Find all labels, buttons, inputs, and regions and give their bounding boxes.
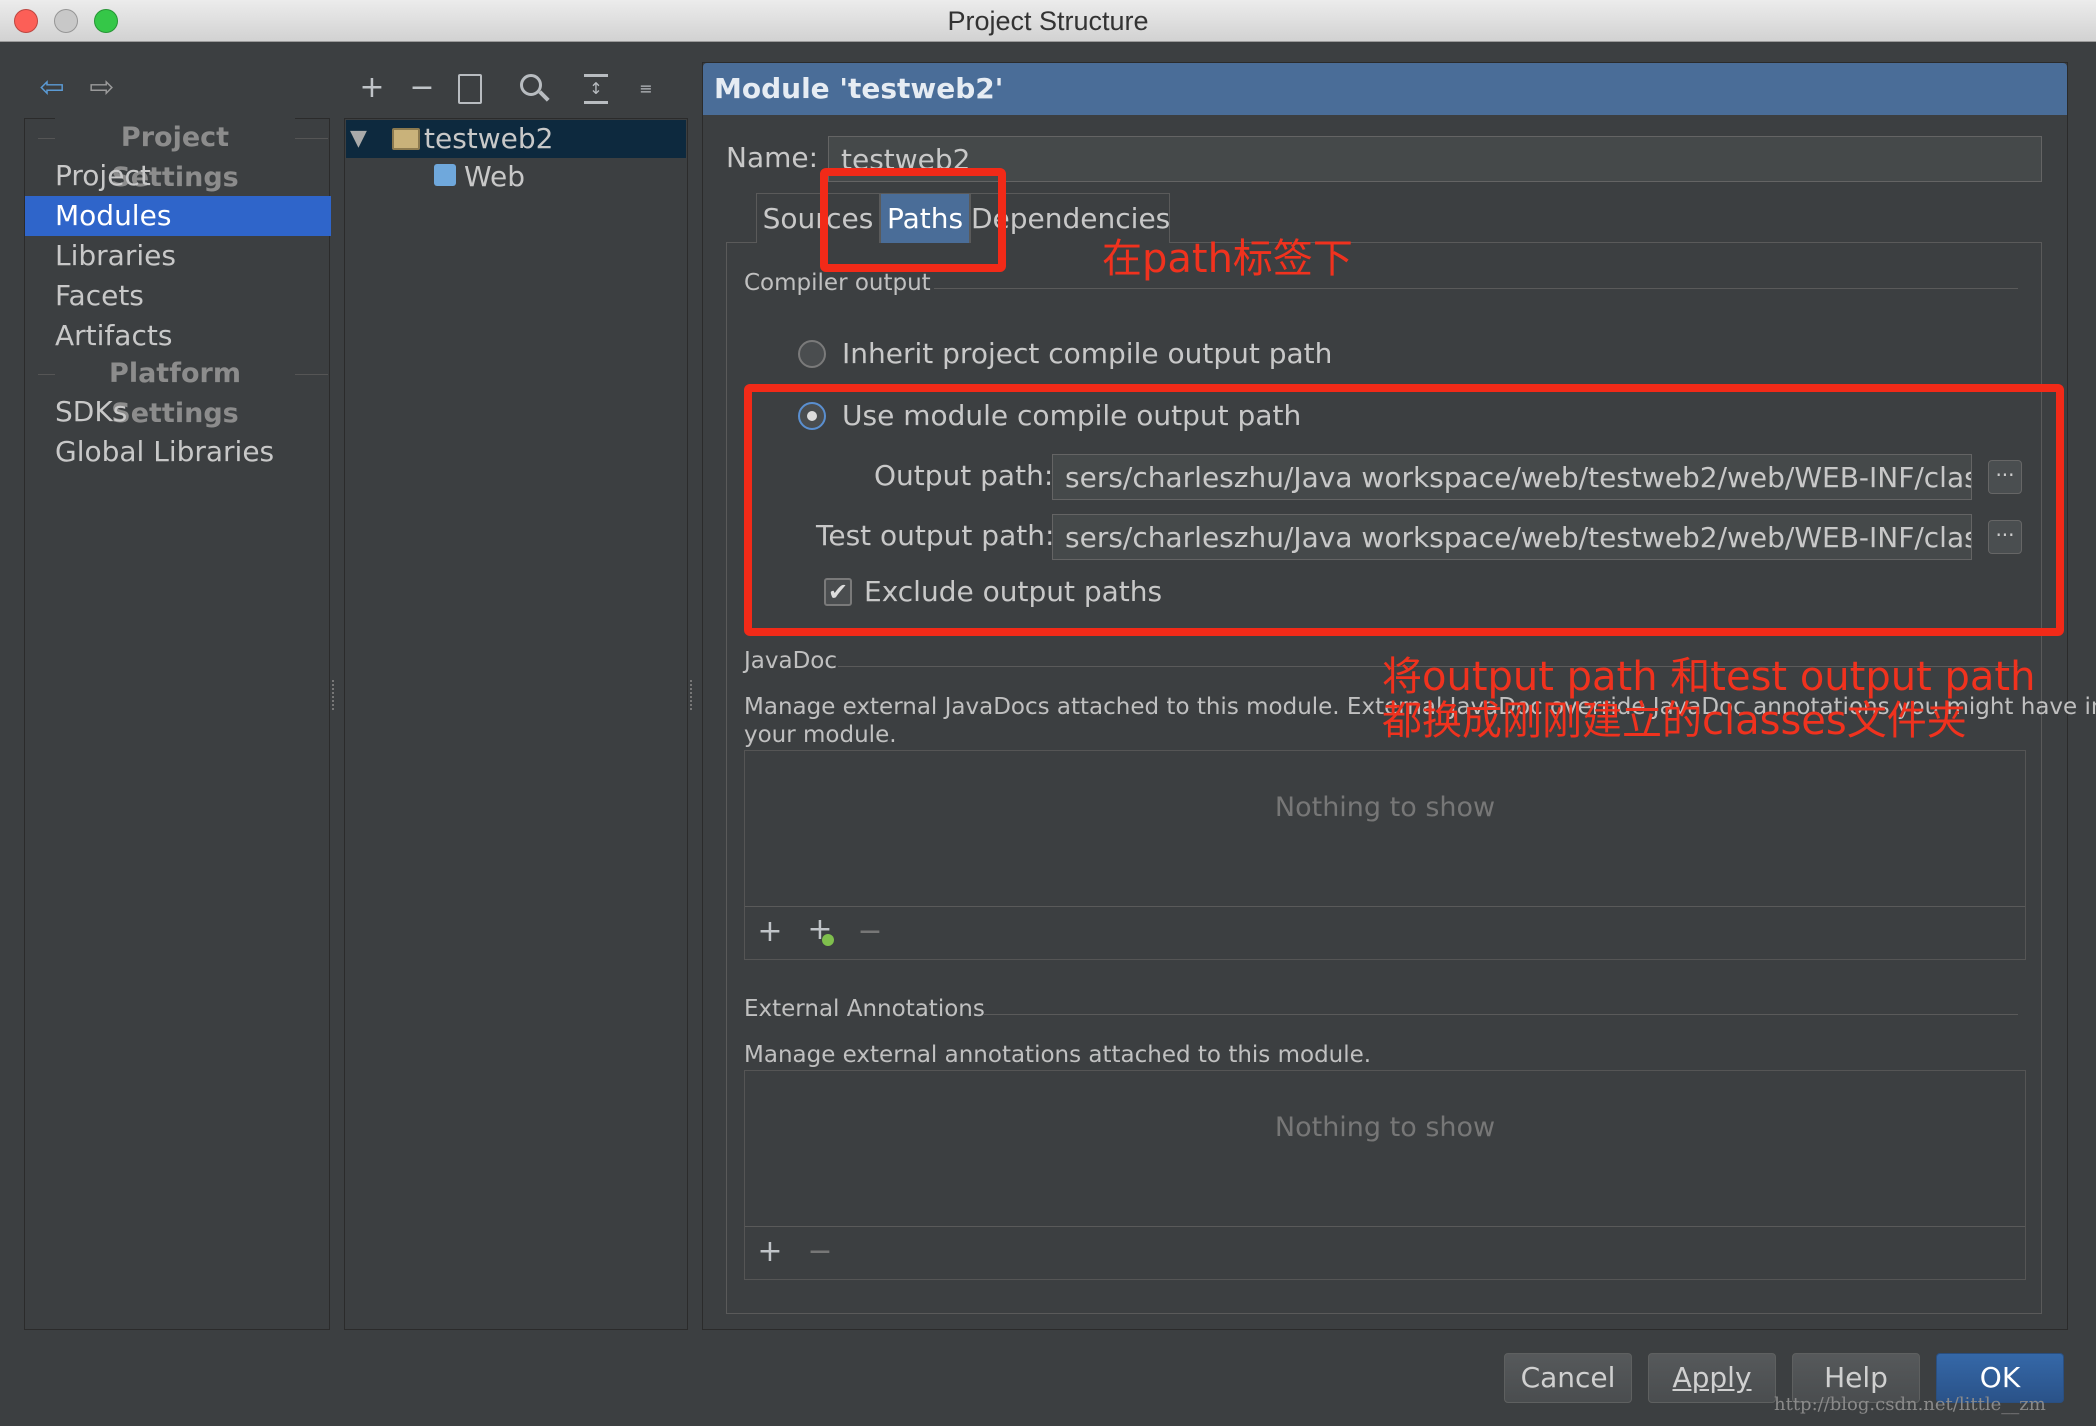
arrow-left-icon[interactable]: ⇦ — [32, 68, 72, 108]
inherit-output-label[interactable]: Inherit project compile output path — [842, 334, 1332, 374]
web-facet-icon — [434, 164, 456, 186]
external-annotations-title: External Annotations — [744, 996, 985, 1022]
annotation-box-output-paths — [744, 384, 2064, 636]
remove-javadoc-icon[interactable]: − — [850, 912, 890, 952]
remove-annotation-icon[interactable]: − — [800, 1232, 840, 1272]
add-javadoc-icon[interactable]: + — [750, 912, 790, 952]
sidebar-item-sdks[interactable]: SDKs — [25, 392, 331, 432]
external-annotations-list[interactable] — [744, 1070, 2026, 1280]
collapse-all-icon[interactable]: ≡ — [634, 74, 658, 104]
platform-settings-header: Platform Settings — [55, 354, 295, 429]
sidebar-item-modules[interactable]: Modules — [25, 196, 331, 236]
splitter-handle[interactable] — [332, 680, 340, 710]
annotation-box-paths-tab — [820, 168, 1006, 272]
arrow-right-icon[interactable]: ⇨ — [82, 68, 122, 108]
javadoc-list[interactable] — [744, 750, 2026, 960]
external-annotations-description: Manage external annotations attached to … — [744, 1042, 1372, 1068]
annotation-path-note-line2: 都换成刚刚建立的classes文件夹 — [1382, 698, 1967, 744]
sidebar-item-libraries[interactable]: Libraries — [25, 236, 331, 276]
add-javadoc-url-icon[interactable]: + — [800, 910, 840, 950]
add-annotation-icon[interactable]: + — [750, 1232, 790, 1272]
apply-button[interactable]: Apply — [1648, 1353, 1776, 1403]
external-annotations-empty-text: Nothing to show — [1274, 1112, 1496, 1143]
search-icon-handle — [538, 90, 550, 102]
remove-icon[interactable]: − — [402, 68, 442, 108]
expand-all-icon[interactable]: ↕ — [584, 74, 608, 104]
inherit-output-radio[interactable] — [798, 340, 826, 368]
compiler-output-title: Compiler output — [744, 270, 931, 296]
list-toolbar-separator — [745, 1226, 2025, 1227]
section-separator — [984, 1014, 2018, 1015]
module-name-field[interactable]: testweb2 — [828, 136, 2042, 182]
splitter-handle[interactable] — [690, 680, 698, 710]
copy-icon[interactable] — [458, 74, 482, 104]
sidebar-item-facets[interactable]: Facets — [25, 276, 331, 316]
globe-badge-icon — [822, 934, 834, 946]
javadoc-description-line2: your module. — [744, 722, 897, 748]
sidebar-item-project[interactable]: Project — [25, 156, 331, 196]
javadoc-title: JavaDoc — [744, 648, 838, 674]
sidebar-item-artifacts[interactable]: Artifacts — [25, 316, 331, 356]
name-label: Name: — [726, 141, 819, 174]
project-settings-header: Project Settings — [55, 118, 295, 193]
module-header-title: Module 'testweb2' — [714, 72, 1004, 105]
sidebar-item-global-libraries[interactable]: Global Libraries — [25, 432, 331, 472]
tree-node-testweb2[interactable]: testweb2 — [424, 119, 554, 159]
cancel-button[interactable]: Cancel — [1504, 1353, 1632, 1403]
tree-node-web[interactable]: Web — [464, 157, 525, 197]
window-title: Project Structure — [947, 6, 1149, 36]
folder-icon — [392, 128, 420, 150]
watermark: http://blog.csdn.net/little__zm — [1774, 1394, 2046, 1415]
section-separator — [934, 288, 2018, 289]
list-toolbar-separator — [745, 906, 2025, 907]
expand-arrow-icon[interactable]: ▼ — [350, 122, 367, 156]
annotation-tab-note: 在path标签下 — [1102, 236, 1353, 282]
add-icon[interactable]: + — [352, 68, 392, 108]
module-tree-panel — [344, 118, 688, 1330]
javadoc-empty-text: Nothing to show — [1274, 792, 1496, 823]
